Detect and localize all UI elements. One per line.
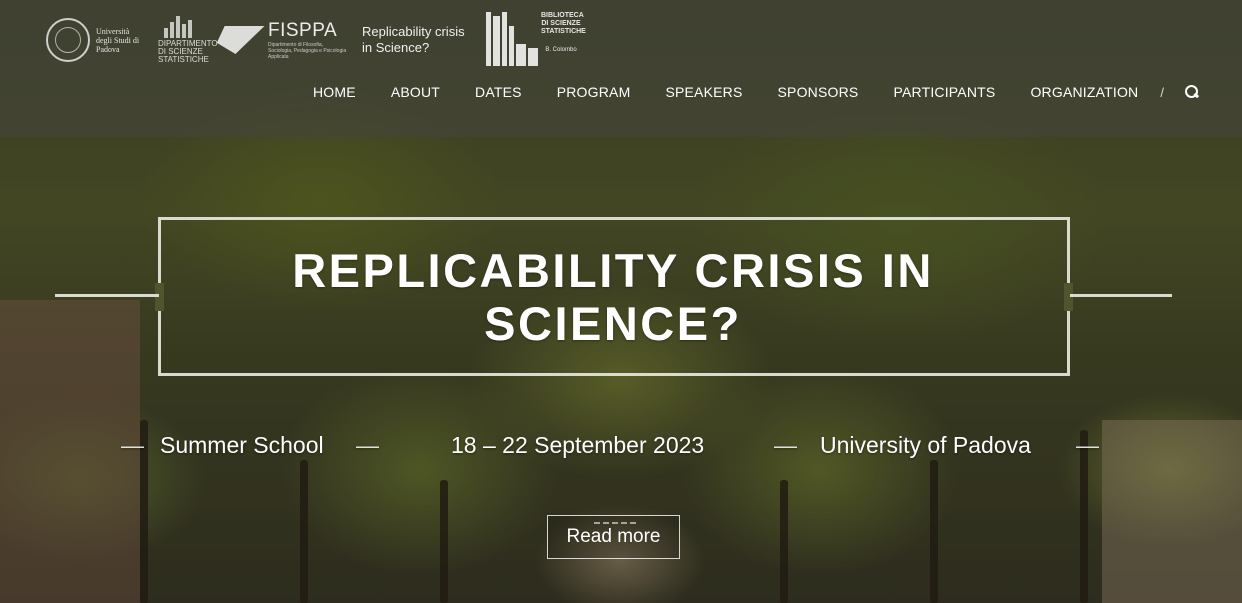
fisppa-subtitle: Dipartimento di Filosofia, Sociologia, P… [268, 42, 347, 60]
nav-divider: / [1160, 84, 1164, 100]
main-nav: HOME ABOUT DATES PROGRAM SPEAKERS SPONSO… [313, 84, 1200, 100]
subtitle-dates: 18 – 22 September 2023 [451, 432, 705, 458]
biblioteca-signature: B. Colombo [545, 47, 577, 53]
nav-program[interactable]: PROGRAM [557, 84, 631, 100]
frame-line-left [55, 294, 159, 297]
fisppa-name: FISPPA [268, 20, 338, 41]
subtitle-dash: — [774, 432, 797, 458]
nav-about[interactable]: ABOUT [391, 84, 440, 100]
site-header: Università degli Studi di Padova DIPARTI… [0, 0, 1242, 137]
fisppa-mark-icon [216, 18, 264, 62]
nav-dates[interactable]: DATES [475, 84, 522, 100]
nav-home[interactable]: HOME [313, 84, 356, 100]
fisppa-text: FISPPA Dipartimento di Filosofia, Sociol… [268, 20, 348, 60]
unipd-logo-text: Università degli Studi di Padova [96, 26, 140, 54]
dss-logo-text: DIPARTIMENTO DI SCIENZE STATISTICHE [158, 39, 218, 64]
hero-subtitle: — Summer School — 18 – 22 September 2023… [0, 428, 1242, 464]
subtitle-dash: — [356, 432, 379, 458]
subtitle-dash: — [121, 432, 144, 458]
unipd-logo[interactable]: Università degli Studi di Padova [46, 18, 144, 62]
read-more-button[interactable]: Read more [547, 515, 680, 559]
hero-title: REPLICABILITY CRISIS IN SCIENCE? [292, 244, 934, 350]
logo-bar: Università degli Studi di Padova DIPARTI… [46, 10, 586, 70]
books-icon [486, 10, 538, 66]
nav-organization[interactable]: ORGANIZATION [1030, 84, 1138, 100]
frame-gap-left [155, 283, 164, 311]
nav-speakers[interactable]: SPEAKERS [665, 84, 742, 100]
unipd-seal-icon [46, 18, 90, 62]
subtitle-event: Summer School [160, 432, 324, 458]
biblioteca-logo[interactable]: BIBLIOTECA DI SCIENZE STATISTICHE B. Col… [486, 10, 586, 70]
biblioteca-text: BIBLIOTECA DI SCIENZE STATISTICHE B. Col… [541, 10, 586, 54]
subtitle-venue: University of Padova [820, 432, 1031, 458]
dss-logo[interactable]: DIPARTIMENTO DI SCIENZE STATISTICHE [158, 14, 218, 66]
frame-gap-right [1064, 283, 1073, 311]
frame-line-right [1070, 294, 1172, 297]
search-icon[interactable] [1184, 84, 1200, 100]
fisppa-logo[interactable]: FISPPA Dipartimento di Filosofia, Sociol… [216, 18, 348, 62]
nav-participants[interactable]: PARTICIPANTS [893, 84, 995, 100]
replicability-logo-text[interactable]: Replicability crisis in Science? [362, 24, 472, 56]
biblioteca-name: BIBLIOTECA DI SCIENZE STATISTICHE [541, 12, 586, 35]
dss-bars-icon [164, 16, 192, 38]
nav-sponsors[interactable]: SPONSORS [778, 84, 859, 100]
subtitle-dash: — [1076, 432, 1099, 458]
